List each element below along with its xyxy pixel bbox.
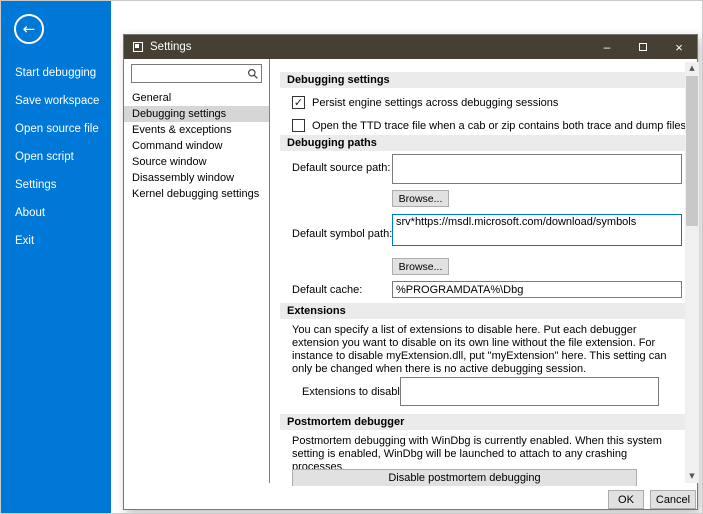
extensions-to-disable-label: Extensions to disable: — [302, 386, 409, 398]
browse-symbol-path-button[interactable]: Browse... — [392, 258, 449, 275]
nav-item-events-exceptions[interactable]: Events & exceptions — [124, 122, 269, 138]
maximize-icon — [639, 43, 647, 51]
sidebar: ← Start debugging Save workspace Open so… — [1, 1, 111, 514]
sidebar-item-open-script[interactable]: Open script — [1, 143, 111, 171]
default-cache-label: Default cache: — [292, 284, 362, 296]
settings-content: Debugging settings ✓ Persist engine sett… — [280, 62, 685, 486]
sidebar-item-open-source-file[interactable]: Open source file — [1, 115, 111, 143]
window-title: Settings — [150, 41, 589, 53]
back-button[interactable]: ← — [14, 14, 44, 44]
ttd-trace-checkbox[interactable]: ✓ — [292, 119, 305, 132]
persist-settings-label: Persist engine settings across debugging… — [312, 97, 558, 109]
search-box — [131, 64, 262, 83]
back-icon: ← — [23, 22, 36, 37]
extensions-to-disable-input[interactable] — [400, 377, 659, 406]
scroll-up-icon: ▲ — [689, 65, 694, 72]
ttd-trace-row: ✓ Open the TTD trace file when a cab or … — [292, 119, 685, 132]
section-header-postmortem: Postmortem debugger — [280, 414, 685, 430]
scroll-down-icon: ▼ — [689, 473, 694, 480]
default-source-path-label: Default source path: — [292, 162, 390, 174]
disable-postmortem-button[interactable]: Disable postmortem debugging — [292, 469, 637, 486]
browse-source-path-button[interactable]: Browse... — [392, 190, 449, 207]
settings-nav-panel: General Debugging settings Events & exce… — [124, 59, 270, 483]
search-icon — [247, 67, 259, 85]
settings-window: Settings – × — [123, 34, 698, 510]
close-button[interactable]: × — [661, 35, 697, 59]
close-icon: × — [675, 41, 683, 54]
default-cache-input[interactable] — [392, 281, 682, 298]
nav-item-kernel-debugging-settings[interactable]: Kernel debugging settings — [124, 186, 269, 202]
scroll-up-button[interactable]: ▲ — [685, 62, 699, 75]
sidebar-item-start-debugging[interactable]: Start debugging — [1, 59, 111, 87]
ok-button[interactable]: OK — [608, 490, 644, 509]
minimize-icon: – — [604, 41, 611, 53]
section-header-extensions: Extensions — [280, 303, 685, 319]
default-source-path-input[interactable] — [392, 154, 682, 184]
sidebar-item-save-workspace[interactable]: Save workspace — [1, 87, 111, 115]
default-symbol-path-input[interactable]: srv*https://msdl.microsoft.com/download/… — [392, 214, 682, 246]
scrollbar-thumb[interactable] — [686, 76, 698, 226]
titlebar[interactable]: Settings – × — [124, 35, 697, 59]
default-symbol-path-label: Default symbol path: — [292, 228, 392, 240]
persist-settings-checkbox[interactable]: ✓ — [292, 96, 305, 109]
section-header-debugging-paths: Debugging paths — [280, 135, 685, 151]
app-icon — [133, 42, 143, 52]
search-input[interactable] — [135, 66, 242, 81]
nav-item-command-window[interactable]: Command window — [124, 138, 269, 154]
extensions-description: You can specify a list of extensions to … — [292, 324, 674, 376]
sidebar-item-exit[interactable]: Exit — [1, 227, 111, 255]
nav-item-source-window[interactable]: Source window — [124, 154, 269, 170]
minimize-button[interactable]: – — [589, 35, 625, 59]
nav-item-debugging-settings[interactable]: Debugging settings — [124, 106, 269, 122]
ttd-trace-label: Open the TTD trace file when a cab or zi… — [312, 120, 685, 132]
persist-settings-row: ✓ Persist engine settings across debuggi… — [292, 96, 558, 109]
sidebar-item-about[interactable]: About — [1, 199, 111, 227]
nav-item-disassembly-window[interactable]: Disassembly window — [124, 170, 269, 186]
maximize-button[interactable] — [625, 35, 661, 59]
scroll-down-button[interactable]: ▼ — [685, 470, 699, 483]
sidebar-menu: Start debugging Save workspace Open sour… — [1, 59, 111, 255]
settings-category-list: General Debugging settings Events & exce… — [124, 90, 269, 202]
dialog-body: General Debugging settings Events & exce… — [124, 59, 697, 509]
sidebar-item-settings[interactable]: Settings — [1, 171, 111, 199]
nav-item-general[interactable]: General — [124, 90, 269, 106]
cancel-button[interactable]: Cancel — [650, 490, 696, 509]
window-controls: – × — [589, 35, 697, 59]
section-header-debugging-settings: Debugging settings — [280, 72, 685, 88]
check-icon: ✓ — [294, 97, 303, 108]
vertical-scrollbar[interactable]: ▲ ▼ — [685, 62, 699, 483]
screen: ← Start debugging Save workspace Open so… — [0, 0, 703, 514]
